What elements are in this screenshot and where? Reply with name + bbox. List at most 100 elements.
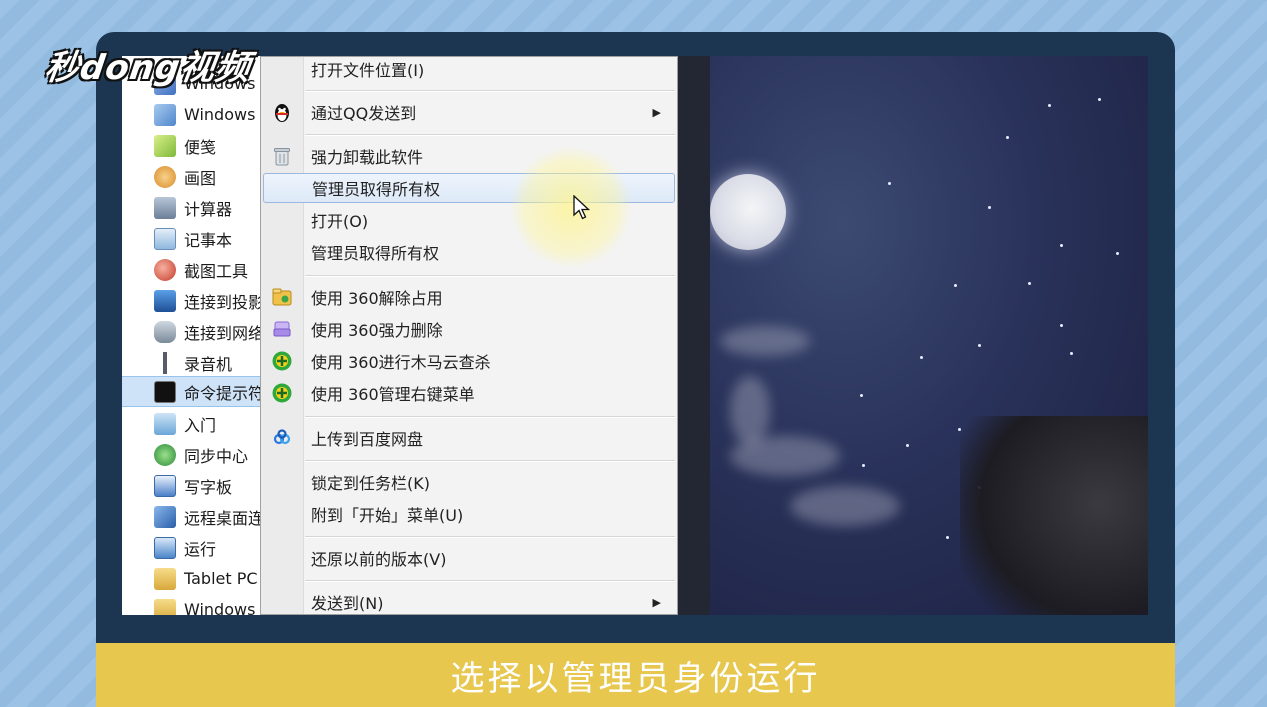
star [946, 536, 949, 539]
qq-penguin-icon [271, 101, 293, 123]
start-item-label: Windows [184, 105, 256, 124]
desktop-screen: Windows Windows 便笺 画图 计算器 记事本 截图工具 连接到投影… [122, 56, 1148, 615]
moon-image [710, 174, 786, 250]
start-item-label: 截图工具 [184, 261, 249, 281]
cloud-image [730, 436, 840, 476]
menu-item-360-unlock[interactable]: 使用 360解除占用 [263, 282, 675, 312]
start-item-calculator[interactable]: 计算器 [122, 192, 262, 223]
menu-item-360-force-delete[interactable]: 使用 360强力删除 [263, 314, 675, 344]
menu-item-label: 上传到百度网盘 [311, 430, 424, 449]
menu-separator [305, 275, 675, 277]
run-icon [154, 536, 176, 559]
start-item-notepad[interactable]: 记事本 [122, 223, 262, 254]
menu-item-label: 通过QQ发送到 [311, 104, 417, 123]
subtitle-bar: 选择以管理员身份运行 [96, 643, 1175, 707]
star [862, 464, 865, 467]
microphone-icon [154, 351, 176, 374]
star [988, 206, 991, 209]
360-menu-manager-icon [271, 382, 293, 404]
start-item-getting-started[interactable]: 入门 [122, 408, 262, 439]
start-item-label: 记事本 [184, 230, 233, 250]
360-unlock-icon [271, 286, 293, 308]
menu-item-label: 打开(O) [311, 212, 369, 231]
start-item-label: 命令提示符 [184, 383, 262, 403]
start-item-label: 写字板 [184, 477, 233, 497]
start-item-label: 运行 [184, 539, 217, 559]
start-item-tablet-pc[interactable]: Tablet PC [122, 563, 262, 594]
window-edge [678, 56, 710, 615]
menu-item-send-via-qq[interactable]: 通过QQ发送到 ▶ [263, 97, 675, 127]
menu-item-label: 发送到(N) [311, 594, 384, 613]
subtitle-text: 选择以管理员身份运行 [450, 658, 821, 699]
start-item-paint[interactable]: 画图 [122, 161, 262, 192]
start-item-label: 计算器 [184, 199, 233, 219]
menu-item-label: 使用 360强力删除 [311, 321, 443, 340]
menu-item-upload-baidu-netdisk[interactable]: 上传到百度网盘 [263, 423, 675, 453]
calculator-icon [154, 196, 176, 219]
menu-item-label: 还原以前的版本(V) [311, 550, 447, 569]
star [906, 444, 909, 447]
start-item-windows-folder-2[interactable]: Windows [122, 594, 262, 615]
star [1070, 352, 1073, 355]
network-projector-icon [154, 320, 176, 343]
cloud-image [790, 486, 900, 526]
start-item-remote-desktop[interactable]: 远程桌面连接 [122, 501, 262, 532]
menu-item-360-context-menu-manager[interactable]: 使用 360管理右键菜单 [263, 378, 675, 408]
start-item-label: Windows [184, 600, 256, 615]
menu-item-open-file-location[interactable]: 打开文件位置(I) [263, 56, 675, 84]
star [1048, 104, 1051, 107]
start-item-wordpad[interactable]: 写字板 [122, 470, 262, 501]
command-prompt-icon [154, 380, 176, 403]
star [1060, 324, 1063, 327]
folder-icon [154, 567, 176, 590]
menu-item-pin-to-start-menu[interactable]: 附到「开始」菜单(U) [263, 499, 675, 529]
menu-separator [305, 134, 675, 136]
brand-logo: 秒dong视频 [42, 48, 254, 88]
start-item-connect-network[interactable]: 连接到网络 [122, 316, 262, 347]
menu-item-send-to[interactable]: 发送到(N) ▶ [263, 587, 675, 615]
desktop-wallpaper [710, 56, 1148, 615]
menu-item-label: 锁定到任务栏(K) [311, 474, 430, 493]
snipping-tool-icon [154, 258, 176, 281]
start-item-connect-projector[interactable]: 连接到投影 [122, 285, 262, 316]
menu-item-label: 使用 360解除占用 [311, 289, 443, 308]
context-menu: 打开文件位置(I) 通过QQ发送到 ▶ 强力卸载此软件 管理员取得所有权 打开(… [260, 56, 678, 615]
sticky-notes-icon [154, 134, 176, 157]
start-item-label: 远程桌面连接 [184, 508, 262, 528]
menu-item-restore-previous-versions[interactable]: 还原以前的版本(V) [263, 543, 675, 573]
menu-item-pin-to-taskbar[interactable]: 锁定到任务栏(K) [263, 467, 675, 497]
cloud-image [720, 326, 810, 356]
start-item-run[interactable]: 运行 [122, 532, 262, 563]
mouse-cursor-icon [573, 195, 591, 220]
menu-item-label: 强力卸载此软件 [311, 148, 424, 167]
start-item-label: 连接到投影 [184, 292, 262, 312]
menu-item-label: 使用 360管理右键菜单 [311, 385, 475, 404]
start-item-command-prompt[interactable]: 命令提示符 [122, 376, 262, 407]
wordpad-icon [154, 474, 176, 497]
menu-item-label: 管理员取得所有权 [311, 244, 440, 263]
cloud-image [730, 376, 770, 446]
start-item-snipping-tool[interactable]: 截图工具 [122, 254, 262, 285]
folder-icon [154, 598, 176, 615]
menu-item-label: 管理员取得所有权 [312, 180, 441, 199]
start-item-label: 同步中心 [184, 446, 249, 466]
cursor-highlight [511, 147, 631, 267]
submenu-arrow-icon: ▶ [652, 105, 661, 119]
sync-center-icon [154, 443, 176, 466]
start-item-label: 便笺 [184, 137, 217, 157]
star [978, 344, 981, 347]
submenu-arrow-icon: ▶ [652, 595, 661, 609]
star [888, 182, 891, 185]
menu-separator [305, 536, 675, 538]
menu-item-360-trojan-scan[interactable]: 使用 360进行木马云查杀 [263, 346, 675, 376]
star [1098, 98, 1101, 101]
start-item-sync-center[interactable]: 同步中心 [122, 439, 262, 470]
getting-started-icon [154, 412, 176, 435]
star [1006, 136, 1009, 139]
star [954, 284, 957, 287]
start-item-sticky-notes[interactable]: 便笺 [122, 130, 262, 161]
menu-item-label: 附到「开始」菜单(U) [311, 506, 464, 525]
start-item-windows-folder[interactable]: Windows [122, 99, 262, 130]
start-item-sound-recorder[interactable]: 录音机 [122, 347, 262, 378]
start-item-label: 画图 [184, 168, 217, 188]
